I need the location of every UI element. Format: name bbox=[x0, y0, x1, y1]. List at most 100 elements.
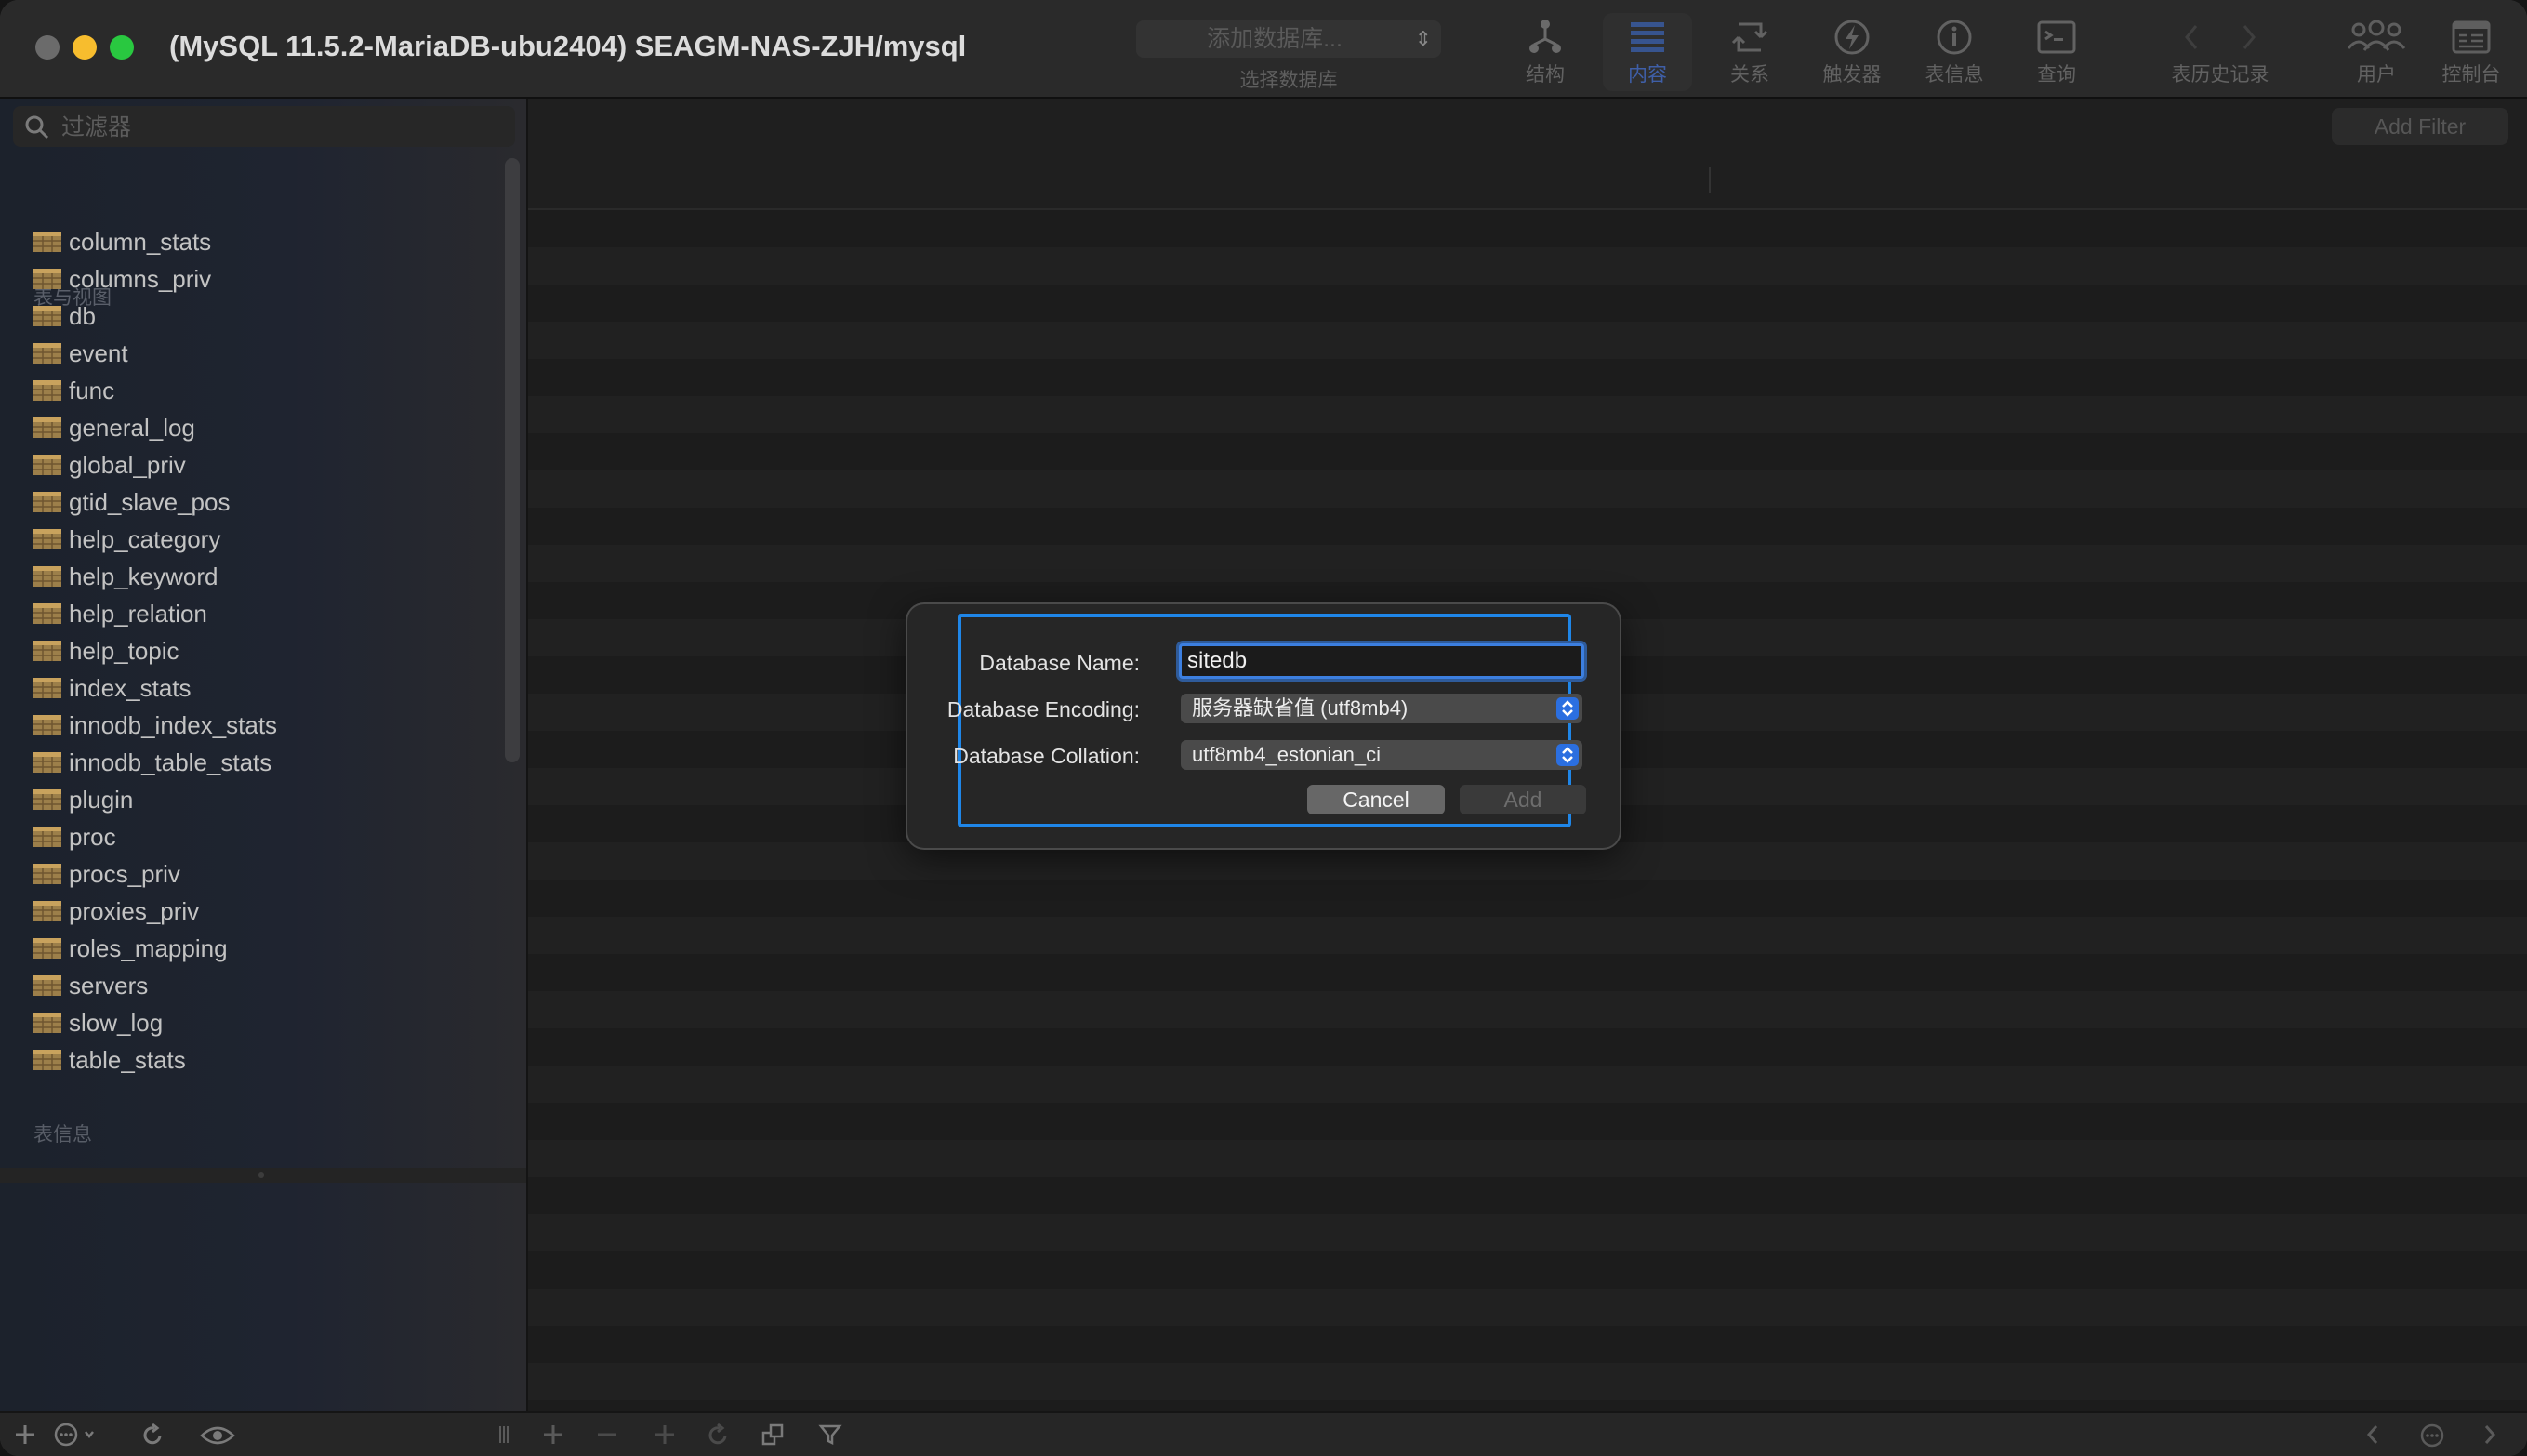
database-select-label: 选择数据库 bbox=[1239, 70, 1338, 91]
table-icon bbox=[33, 455, 61, 475]
filter-input[interactable] bbox=[60, 110, 500, 145]
toolbar-structure-button[interactable]: 结构 bbox=[1501, 13, 1590, 91]
table-list-item[interactable]: help_topic bbox=[33, 632, 277, 669]
sidebar: 表与视图 column_statscolumns_privdbeventfunc… bbox=[0, 99, 528, 1411]
users-icon bbox=[2332, 13, 2421, 60]
refresh-table-icon[interactable] bbox=[705, 1423, 731, 1449]
table-name: proxies_priv bbox=[69, 896, 200, 925]
table-name: table_stats bbox=[69, 1045, 186, 1074]
next-page-icon[interactable] bbox=[2481, 1423, 2499, 1447]
updown-chevron-icon: ⇕ bbox=[1414, 27, 1432, 50]
table-name: global_priv bbox=[69, 450, 186, 479]
add-table-icon[interactable] bbox=[13, 1423, 37, 1447]
triggers-icon bbox=[1807, 13, 1897, 60]
refresh-icon[interactable] bbox=[139, 1423, 165, 1449]
table-icon bbox=[33, 641, 61, 661]
table-list-item[interactable]: global_priv bbox=[33, 446, 277, 483]
table-icon bbox=[33, 529, 61, 549]
table-list-item[interactable]: procs_priv bbox=[33, 855, 277, 893]
table-name: roles_mapping bbox=[69, 933, 228, 962]
table-list-item[interactable]: proxies_priv bbox=[33, 893, 277, 930]
table-list-item[interactable]: event bbox=[33, 335, 277, 372]
app-window: (MySQL 11.5.2-MariaDB-ubu2404) SEAGM-NAS… bbox=[0, 0, 2527, 1456]
table-list-item[interactable]: db bbox=[33, 298, 277, 335]
table-name: servers bbox=[69, 971, 149, 999]
more-actions-icon[interactable] bbox=[54, 1423, 99, 1447]
table-list-item[interactable]: help_keyword bbox=[33, 558, 277, 595]
updown-chevron-icon bbox=[1556, 697, 1579, 720]
previous-page-icon[interactable] bbox=[2363, 1423, 2382, 1447]
table-list-item[interactable]: innodb_table_stats bbox=[33, 744, 277, 781]
table-name: columns_priv bbox=[69, 264, 212, 293]
table-icon bbox=[33, 603, 61, 624]
table-name: proc bbox=[69, 822, 116, 851]
zoom-window-button[interactable] bbox=[110, 35, 134, 60]
toolbar-content-button[interactable]: 内容 bbox=[1603, 13, 1692, 91]
toolbar-table-info-button[interactable]: 表信息 bbox=[1910, 13, 1999, 91]
table-list-item[interactable]: slow_log bbox=[33, 1004, 277, 1041]
structure-icon bbox=[1501, 13, 1590, 60]
table-list-item[interactable]: servers bbox=[33, 967, 277, 1004]
table-list-item[interactable]: index_stats bbox=[33, 669, 277, 707]
table-icon bbox=[33, 492, 61, 512]
sidebar-split-handle[interactable] bbox=[0, 1168, 526, 1183]
table-icon bbox=[33, 269, 61, 289]
toolbar-relations-button[interactable]: 关系 bbox=[1705, 13, 1794, 91]
table-icon bbox=[33, 343, 61, 364]
table-list-item[interactable]: gtid_slave_pos bbox=[33, 483, 277, 521]
table-list-item[interactable]: help_relation bbox=[33, 595, 277, 632]
split-handle-dot bbox=[258, 1172, 264, 1178]
eye-icon[interactable] bbox=[199, 1423, 236, 1449]
table-list-item[interactable]: innodb_index_stats bbox=[33, 707, 277, 744]
table-icon bbox=[33, 1050, 61, 1070]
table-list-item[interactable]: general_log bbox=[33, 409, 277, 446]
table-list-item[interactable]: func bbox=[33, 372, 277, 409]
content-icon bbox=[1603, 13, 1692, 60]
table-list-item[interactable]: columns_priv bbox=[33, 260, 277, 298]
table-list-item[interactable]: help_category bbox=[33, 521, 277, 558]
table-list-item[interactable]: proc bbox=[33, 818, 277, 855]
add-row-icon[interactable] bbox=[541, 1423, 565, 1447]
table-name: event bbox=[69, 338, 128, 367]
remove-row-icon[interactable] bbox=[595, 1423, 619, 1447]
database-collation-select[interactable]: utf8mb4_estonian_ci bbox=[1181, 740, 1582, 770]
database-name-input[interactable] bbox=[1179, 643, 1584, 679]
table-icon bbox=[33, 901, 61, 921]
toolbar-console-button[interactable]: 控制台 bbox=[2427, 13, 2516, 91]
window-title: (MySQL 11.5.2-MariaDB-ubu2404) SEAGM-NAS… bbox=[169, 30, 967, 62]
close-window-button[interactable] bbox=[35, 35, 60, 60]
filter-icon[interactable] bbox=[818, 1423, 842, 1447]
table-name: index_stats bbox=[69, 673, 192, 702]
table-icon bbox=[33, 232, 61, 252]
title-bar: (MySQL 11.5.2-MariaDB-ubu2404) SEAGM-NAS… bbox=[0, 0, 2527, 99]
table-icon bbox=[33, 715, 61, 735]
table-name: slow_log bbox=[69, 1008, 164, 1037]
toolbar-query-label: 查询 bbox=[2037, 64, 2076, 86]
table-icon bbox=[33, 417, 61, 438]
sidebar-resize-handle-icon[interactable] bbox=[496, 1423, 511, 1447]
cancel-button[interactable]: Cancel bbox=[1307, 785, 1445, 814]
filter-bar: Add Filter bbox=[528, 99, 2527, 154]
database-encoding-value: 服务器缺省值 (utf8mb4) bbox=[1192, 696, 1409, 720]
database-encoding-label: Database Encoding: bbox=[946, 697, 1140, 721]
database-encoding-select[interactable]: 服务器缺省值 (utf8mb4) bbox=[1181, 694, 1582, 723]
toolbar-users-button[interactable]: 用户 bbox=[2332, 13, 2421, 91]
column-separator bbox=[1709, 167, 1711, 193]
table-list-item[interactable]: roles_mapping bbox=[33, 930, 277, 967]
toolbar-query-button[interactable]: 查询 bbox=[2012, 13, 2101, 91]
add-button[interactable]: Add bbox=[1460, 785, 1586, 814]
database-select[interactable]: 添加数据库... ⇕ bbox=[1136, 20, 1441, 58]
table-list-item[interactable]: plugin bbox=[33, 781, 277, 818]
pagination-options-icon[interactable] bbox=[2419, 1423, 2445, 1449]
sidebar-scrollbar[interactable] bbox=[505, 158, 520, 762]
add-filter-button[interactable]: Add Filter bbox=[2332, 108, 2508, 145]
table-list-item[interactable]: column_stats bbox=[33, 223, 277, 260]
toolbar-triggers-button[interactable]: 触发器 bbox=[1807, 13, 1897, 91]
duplicate-row-icon[interactable] bbox=[653, 1423, 677, 1447]
table-icon bbox=[33, 938, 61, 959]
database-select-value: 添加数据库... bbox=[1207, 26, 1343, 52]
table-list-item[interactable]: table_stats bbox=[33, 1041, 277, 1079]
minimize-window-button[interactable] bbox=[73, 35, 97, 60]
toolbar-history-button[interactable]: 表历史记录 bbox=[2150, 13, 2291, 91]
edit-row-icon[interactable] bbox=[761, 1423, 785, 1447]
